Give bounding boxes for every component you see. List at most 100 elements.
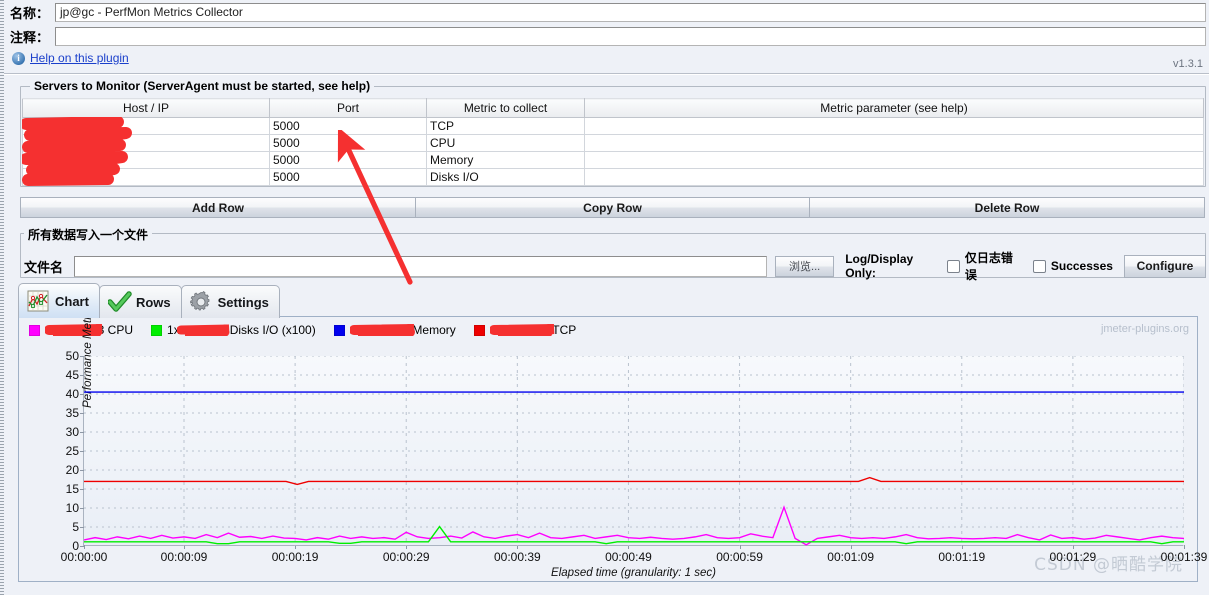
cell-metric-parameter[interactable] xyxy=(584,117,1204,135)
column-header-host-ip[interactable]: Host / IP xyxy=(22,98,270,118)
successes-checkbox-wrapper[interactable]: Successes xyxy=(1032,259,1113,273)
cell-metric[interactable]: Memory xyxy=(426,151,585,169)
legend-label-disks-io: 1xx.xx.x.x3 Disks I/O (x100) xyxy=(167,323,316,337)
x-axis-tick-label: 00:00:09 xyxy=(160,550,208,564)
legend-item-memory[interactable]: 1xx.xx.x.x3 Memory xyxy=(333,323,456,337)
filename-row: 文件名 浏览... Log/Display Only: 仅日志错误 Succes… xyxy=(24,249,1206,283)
cell-metric[interactable]: Disks I/O xyxy=(426,168,585,186)
chart-plot-area[interactable]: Performance Metrics 0 5 10 15 20 25 30 35 40 45 50… xyxy=(61,302,1208,579)
cell-metric[interactable]: CPU xyxy=(426,134,585,152)
x-axis-tick-label: 00:01:39 xyxy=(1160,550,1208,564)
help-on-this-plugin-link[interactable]: Help on this plugin xyxy=(30,51,129,65)
copy-row-button[interactable]: Copy Row xyxy=(415,197,810,218)
name-row: 名称： jp@gc - PerfMon Metrics Collector xyxy=(4,0,1209,24)
table-header-row: Host / IP Port Metric to collect Metric … xyxy=(22,98,1204,118)
write-all-data-title: 所有数据写入一个文件 xyxy=(24,226,153,243)
cell-metric-parameter[interactable] xyxy=(584,168,1204,186)
configure-button[interactable]: Configure xyxy=(1123,254,1206,278)
x-axis-tick-label: 00:01:29 xyxy=(1049,550,1097,564)
filename-input[interactable] xyxy=(74,255,768,277)
errors-only-checkbox[interactable] xyxy=(947,259,960,273)
cell-port[interactable]: 5000 xyxy=(269,117,427,135)
legend-swatch-tcp xyxy=(473,324,485,336)
x-axis-tick-label: 00:00:00 xyxy=(60,550,108,564)
y-axis-tick-label: 35 xyxy=(65,406,79,420)
column-header-metric[interactable]: Metric to collect xyxy=(426,98,585,118)
cell-metric-parameter[interactable] xyxy=(584,134,1204,152)
chart-gridlines xyxy=(84,356,1184,546)
plugin-version-label: v1.3.1 xyxy=(1173,58,1203,70)
tab-chart-label: Chart xyxy=(55,293,89,309)
tab-chart[interactable]: Chart xyxy=(18,283,100,318)
tab-rows-label: Rows xyxy=(135,294,171,310)
name-input-value: jp@gc - PerfMon Metrics Collector xyxy=(60,5,243,19)
cell-host-ip[interactable] xyxy=(22,151,270,169)
successes-label: Successes xyxy=(1050,259,1113,273)
row-buttons-bar: Add Row Copy Row Delete Row xyxy=(20,197,1206,218)
tab-settings-label: Settings xyxy=(217,294,269,310)
log-display-only-label: Log/Display Only: xyxy=(845,252,914,280)
y-axis-tick-label: 10 xyxy=(65,501,79,515)
window-left-edge xyxy=(0,0,4,595)
info-icon: i xyxy=(12,51,25,65)
chart-series-line-cpu xyxy=(84,507,1184,545)
errors-only-label: 仅日志错误 xyxy=(964,251,1013,282)
cell-metric[interactable]: TCP xyxy=(426,117,585,135)
legend-item-disks-io[interactable]: 1xx.xx.x.x3 Disks I/O (x100) xyxy=(151,323,316,337)
chart-icon xyxy=(27,290,49,312)
delete-row-button[interactable]: Delete Row xyxy=(809,197,1205,218)
legend-item-tcp[interactable]: 1xx.xx.x.x3 TCP xyxy=(473,323,577,337)
x-axis-tick-label: 00:00:59 xyxy=(716,550,763,564)
x-axis-tick-label: 00:00:29 xyxy=(382,550,430,564)
servers-to-monitor-group: Servers to Monitor (ServerAgent must be … xyxy=(20,79,1206,187)
x-axis-tick-label: 00:00:19 xyxy=(271,550,319,564)
checkmark-icon xyxy=(107,291,132,313)
x-axis-tick-label: 00:00:39 xyxy=(493,550,541,564)
y-axis-tick-label: 45 xyxy=(65,368,79,382)
column-header-metric-parameter[interactable]: Metric parameter (see help) xyxy=(584,98,1204,118)
cell-host-ip[interactable] xyxy=(22,134,270,152)
browse-button[interactable]: 浏览... xyxy=(775,255,835,277)
table-row[interactable]: 5000 CPU xyxy=(22,134,1204,152)
servers-to-monitor-title: Servers to Monitor (ServerAgent must be … xyxy=(30,79,375,93)
cell-metric-parameter[interactable] xyxy=(584,151,1204,169)
servers-table[interactable]: Host / IP Port Metric to collect Metric … xyxy=(22,98,1204,186)
table-row[interactable]: 5000 TCP xyxy=(22,117,1204,135)
tab-settings[interactable]: Settings xyxy=(180,285,280,318)
successes-checkbox[interactable] xyxy=(1032,259,1046,273)
y-axis-tick-label: 15 xyxy=(65,482,79,496)
comment-input[interactable] xyxy=(55,26,1206,46)
cell-port[interactable]: 5000 xyxy=(269,134,427,152)
cell-host-ip[interactable] xyxy=(22,168,270,186)
add-row-button[interactable]: Add Row xyxy=(20,197,416,218)
legend-swatch-cpu xyxy=(29,324,40,336)
name-label: 名称： xyxy=(10,5,50,21)
cell-port[interactable]: 5000 xyxy=(269,168,427,186)
y-axis-tick-label: 5 xyxy=(72,520,79,534)
x-axis-label: Elapsed time (granularity: 1 sec) xyxy=(551,567,716,579)
filename-label: 文件名 xyxy=(24,259,64,275)
name-input[interactable]: jp@gc - PerfMon Metrics Collector xyxy=(55,2,1206,22)
table-row[interactable]: 5000 Memory xyxy=(22,151,1204,169)
comment-row: 注释： xyxy=(4,24,1209,48)
legend-swatch-disks-io xyxy=(151,324,163,336)
column-header-port[interactable]: Port xyxy=(269,98,427,118)
cell-port[interactable]: 5000 xyxy=(269,151,427,169)
help-row: i Help on this plugin xyxy=(4,48,1209,68)
y-axis-tick-label: 20 xyxy=(65,463,79,477)
y-axis-tick-label: 25 xyxy=(65,444,79,458)
table-row[interactable]: 5000 Disks I/O xyxy=(22,168,1204,186)
errors-only-checkbox-wrapper[interactable]: 仅日志错误 xyxy=(947,249,1021,283)
x-axis-tick-label: 00:00:49 xyxy=(605,550,652,564)
jmeter-perfmon-window: 名称： jp@gc - PerfMon Metrics Collector 注释… xyxy=(0,0,1209,595)
gear-icon xyxy=(189,291,212,313)
chart-series-line-tcp xyxy=(84,478,1184,485)
y-axis-tick-label: 40 xyxy=(65,387,79,401)
legend-swatch-memory xyxy=(333,324,345,336)
jmeter-plugins-watermark: jmeter-plugins.org xyxy=(1100,323,1189,335)
chart-series-layer xyxy=(84,356,1184,546)
servers-table-body: 5000 TCP 5000 CPU 5000 Memory 5000 Disks… xyxy=(22,117,1204,186)
legend-label-tcp: 1xx.xx.x.x3 TCP xyxy=(489,323,577,337)
tab-rows[interactable]: Rows xyxy=(98,285,182,318)
cell-host-ip[interactable] xyxy=(22,117,270,135)
